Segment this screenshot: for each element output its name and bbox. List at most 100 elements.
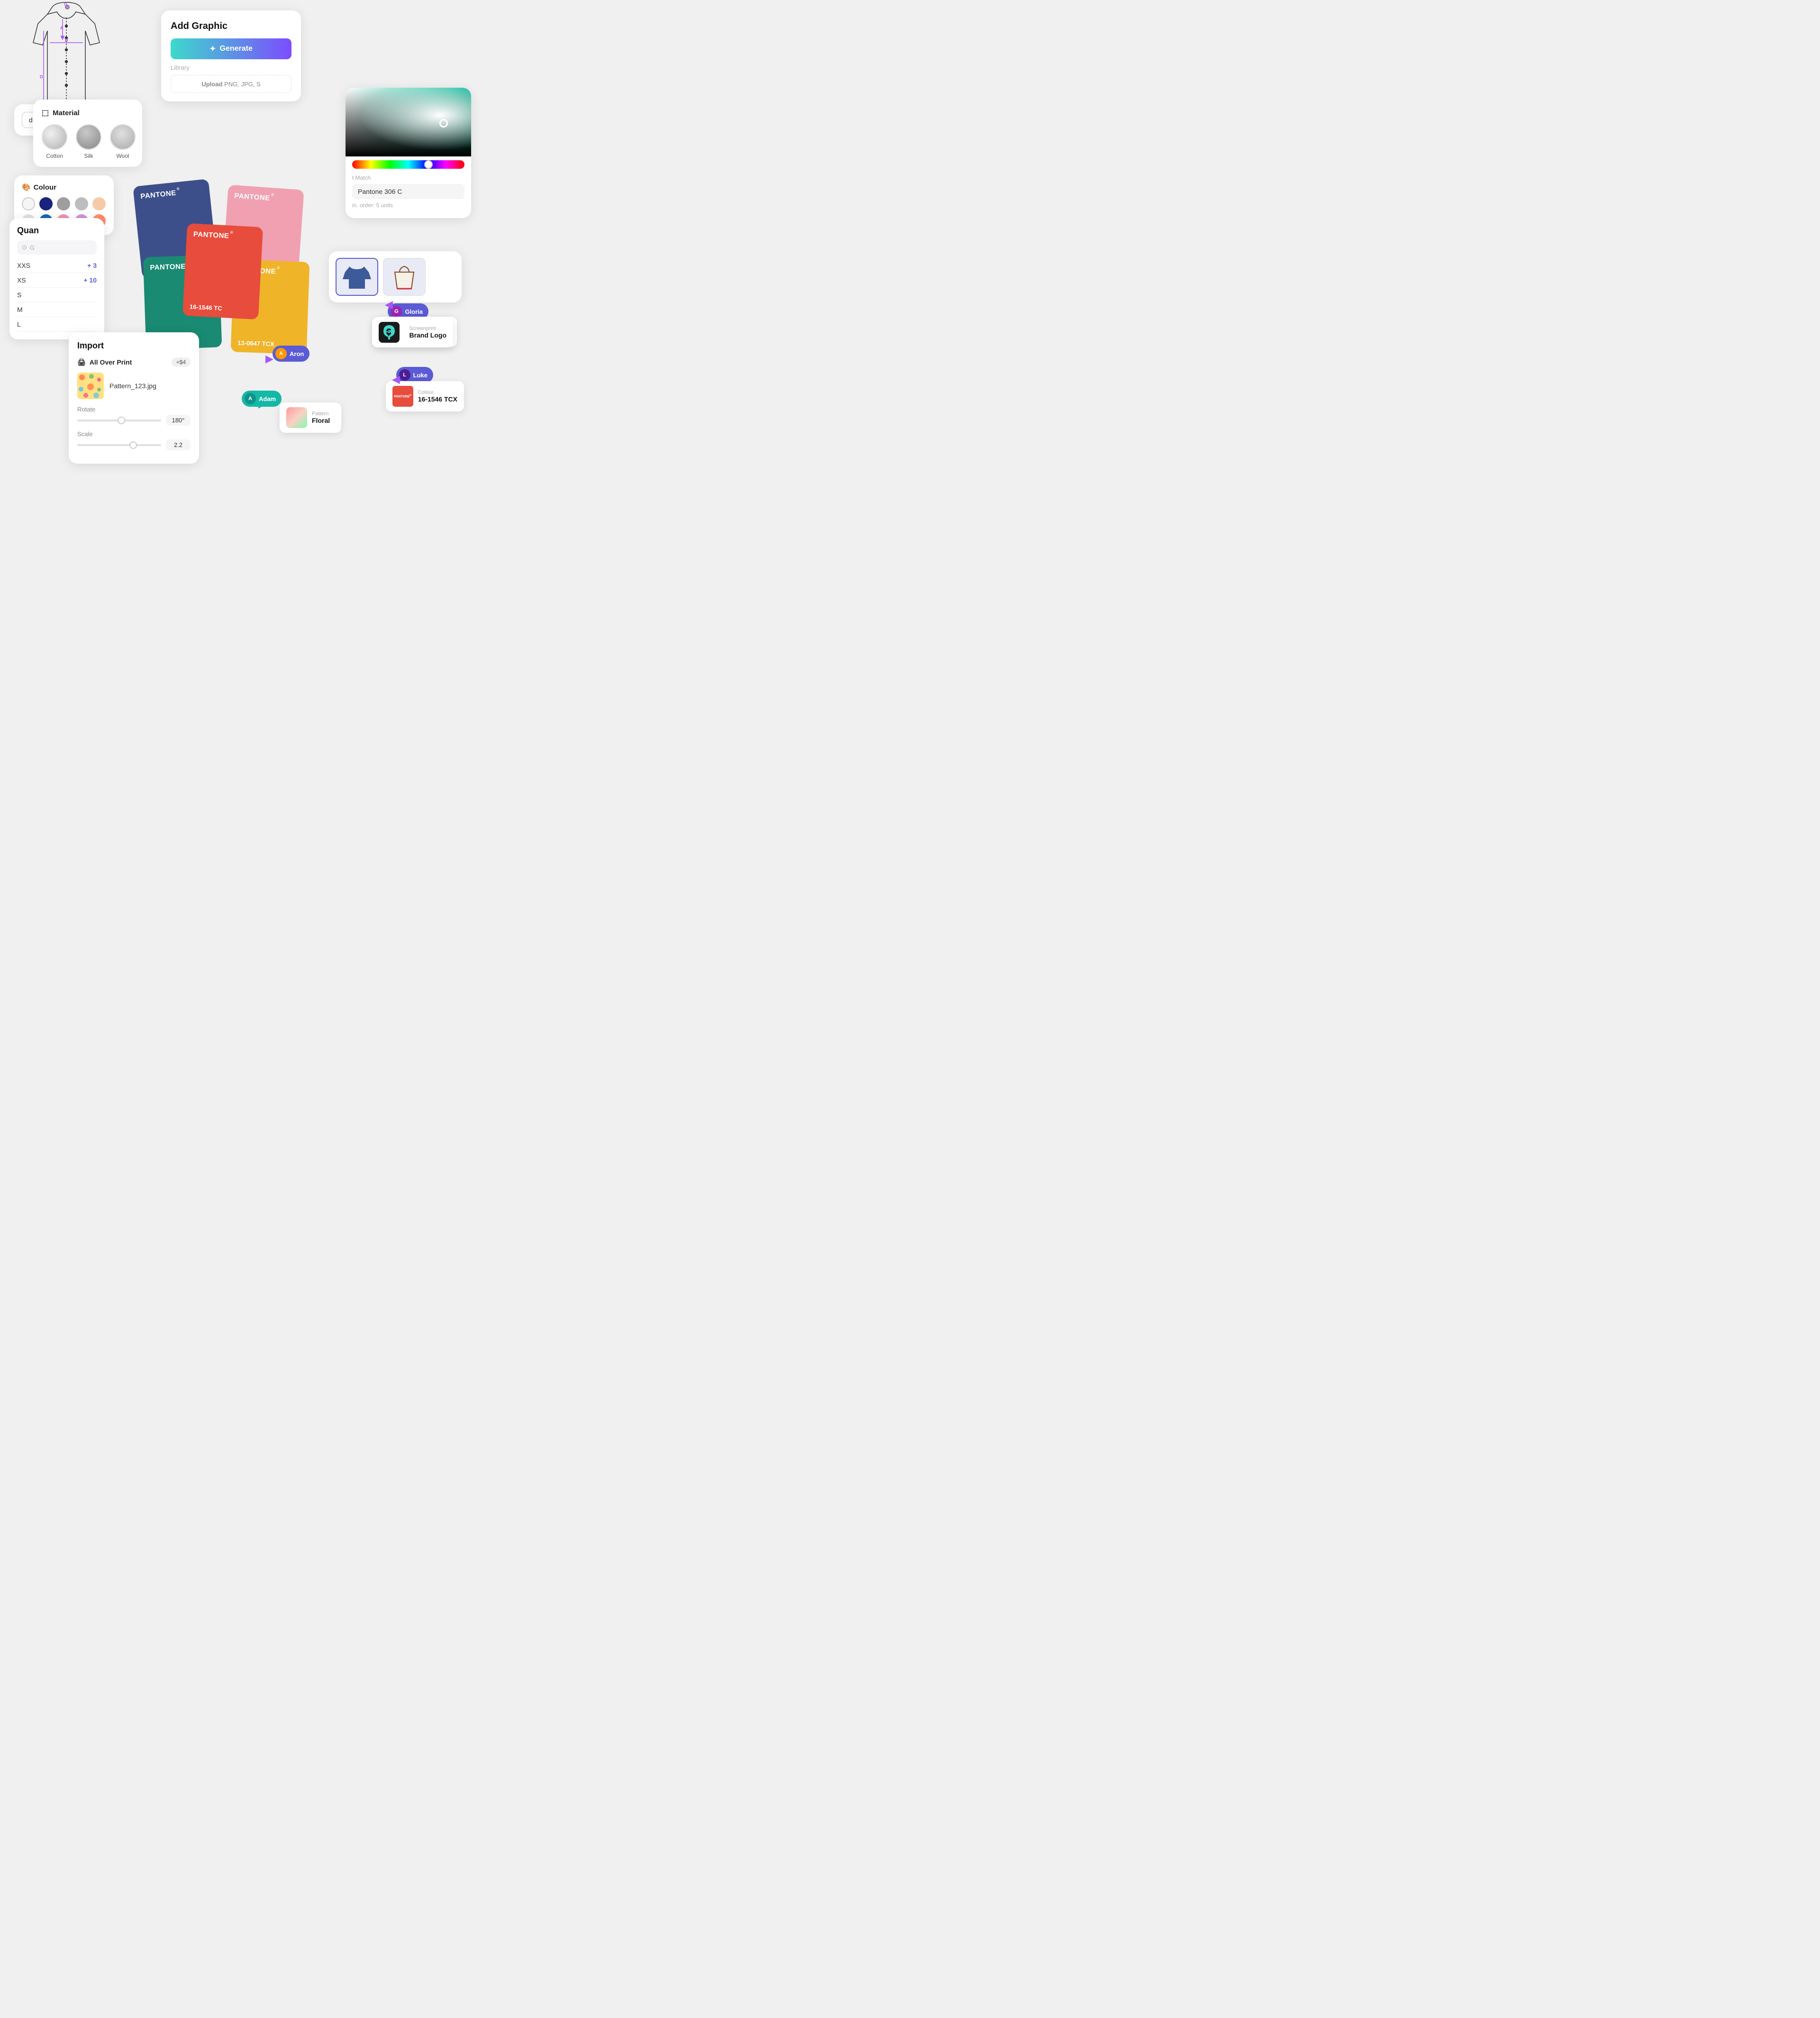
quantity-card: Quan ⊙ G XXS + 3 XS + 10 S M L (9, 218, 104, 339)
svg-text:D: D (40, 74, 43, 79)
aron-bubble[interactable]: A Aron (273, 346, 309, 362)
search-icon: ⊙ (22, 244, 27, 251)
wool-label: Wool (116, 153, 129, 159)
rainbow-slider[interactable] (352, 160, 464, 169)
min-order-text: in. order: 5 units (346, 201, 471, 210)
size-xs: XS (17, 276, 26, 284)
floral-preview (286, 407, 307, 428)
qty-row-s: S (17, 288, 97, 302)
luke-bubble[interactable]: L Luke (396, 367, 433, 383)
library-label: Library (171, 64, 291, 71)
swatch-white[interactable] (22, 197, 35, 210)
pattern-preview-svg (77, 373, 104, 399)
scale-row: 2.2 (77, 439, 191, 450)
color-picker-card: t Match in. order: 5 units (346, 88, 471, 218)
qty-row-xs: XS + 10 (17, 273, 97, 288)
screenprint-value: Brand Logo (409, 331, 446, 339)
scale-value: 2.2 (166, 439, 191, 450)
rainbow-thumb[interactable] (424, 160, 433, 169)
add-graphic-title: Add Graphic (171, 21, 291, 32)
pantone-brand-navy: PANTONE® (140, 186, 203, 201)
wool-swatch (110, 124, 136, 150)
import-title: Import (77, 341, 191, 351)
count-xs: + 10 (83, 276, 97, 284)
rotate-value: 180° (166, 415, 191, 426)
price-badge: +$4 (172, 357, 191, 367)
swatch-lightgray[interactable] (75, 197, 88, 210)
svg-text:B: B (65, 38, 68, 43)
pattern-value: Floral (312, 417, 330, 424)
adam-avatar: A (245, 393, 256, 404)
quantity-search[interactable]: ⊙ G (17, 240, 97, 255)
pantone-brand-pink: PANTONE® (234, 192, 297, 204)
brand-logo-svg (380, 323, 399, 342)
colour-anno-label: Colour (418, 390, 457, 395)
material-items: Cotton Silk Wool (42, 124, 134, 159)
colour-anno-value: 16-1546 TCX (418, 395, 457, 403)
aron-avatar: A (275, 348, 287, 359)
pattern-label: Pattern (312, 411, 330, 417)
pantone-code-red: 16-1546 TC (190, 303, 253, 313)
rotate-row: 180° (77, 415, 191, 426)
count-xxs: + 3 (87, 262, 97, 269)
svg-text:G: G (64, 2, 67, 7)
aron-name: Aron (290, 350, 304, 357)
swatch-peach[interactable] (92, 197, 106, 210)
pantone-grid: PANTONE® 17-3938 TC PANTONE® 11520 TCX P… (137, 183, 322, 358)
brand-logo-image (379, 322, 400, 343)
search-placeholder: G (30, 244, 35, 251)
qty-row-xxs: XXS + 3 (17, 258, 97, 273)
size-xxs: XXS (17, 262, 30, 269)
colour-icon: 🎨 (22, 183, 31, 192)
size-l: L (17, 320, 21, 328)
arrow-gloria: ▶ (385, 300, 393, 312)
material-icon: ⬚ (42, 108, 49, 118)
pattern-annotation: Pattern Floral (280, 402, 341, 433)
pantone-mini: PANTONE® (392, 386, 413, 407)
pattern-preview (77, 373, 104, 399)
size-s: S (17, 291, 21, 299)
rotate-label: Rotate (77, 406, 191, 413)
upload-text: Upload PNG, JPG, S (201, 81, 260, 88)
print-icon: 🖨 (77, 358, 86, 366)
rotate-thumb[interactable] (118, 417, 125, 424)
scale-section: Scale 2.2 (77, 430, 191, 450)
product-sweatshirt[interactable] (336, 258, 378, 296)
gloria-name: Gloria (405, 308, 423, 315)
tote-icon (388, 263, 421, 291)
swatch-gray[interactable] (57, 197, 70, 210)
material-silk[interactable]: Silk (76, 124, 101, 159)
quantity-title: Quan (17, 226, 97, 236)
scale-track[interactable] (77, 444, 161, 446)
pattern-filename: Pattern_123.jpg (109, 382, 156, 390)
generate-button[interactable]: ✦ Generate (171, 38, 291, 59)
pantone-input[interactable] (352, 184, 464, 199)
screenprint-label: Screenprint (409, 326, 446, 331)
scale-thumb[interactable] (129, 441, 137, 449)
products-card (329, 251, 462, 302)
upload-area[interactable]: Upload PNG, JPG, S (171, 75, 291, 93)
rotate-track[interactable] (77, 420, 161, 421)
cotton-label: Cotton (46, 153, 63, 159)
silk-swatch (76, 124, 101, 150)
swatch-navy[interactable] (39, 197, 53, 210)
material-wool[interactable]: Wool (110, 124, 136, 159)
add-graphic-card: Add Graphic ✦ Generate Library Upload PN… (161, 10, 301, 101)
material-title: Material (53, 109, 80, 117)
luke-name: Luke (413, 372, 428, 379)
generate-label: Generate (220, 45, 253, 53)
arrow-luke: ▶ (392, 374, 400, 387)
color-picker-thumb[interactable] (439, 119, 448, 128)
print-label: 🖨 All Over Print (77, 358, 132, 366)
luke-avatar: L (399, 369, 410, 381)
arrow-adam: ▶ (258, 398, 266, 410)
product-tote[interactable] (383, 258, 426, 296)
silk-label: Silk (84, 153, 93, 159)
scale-label: Scale (77, 430, 191, 438)
material-cotton[interactable]: Cotton (42, 124, 67, 159)
color-match-label: t Match (346, 173, 471, 182)
pantone-brand-red: PANTONE® (193, 230, 256, 242)
brand-annotation: Screenprint Brand Logo (372, 317, 453, 347)
pantone-card-red[interactable]: PANTONE® 16-1546 TC (182, 223, 263, 320)
color-canvas[interactable] (346, 88, 471, 156)
